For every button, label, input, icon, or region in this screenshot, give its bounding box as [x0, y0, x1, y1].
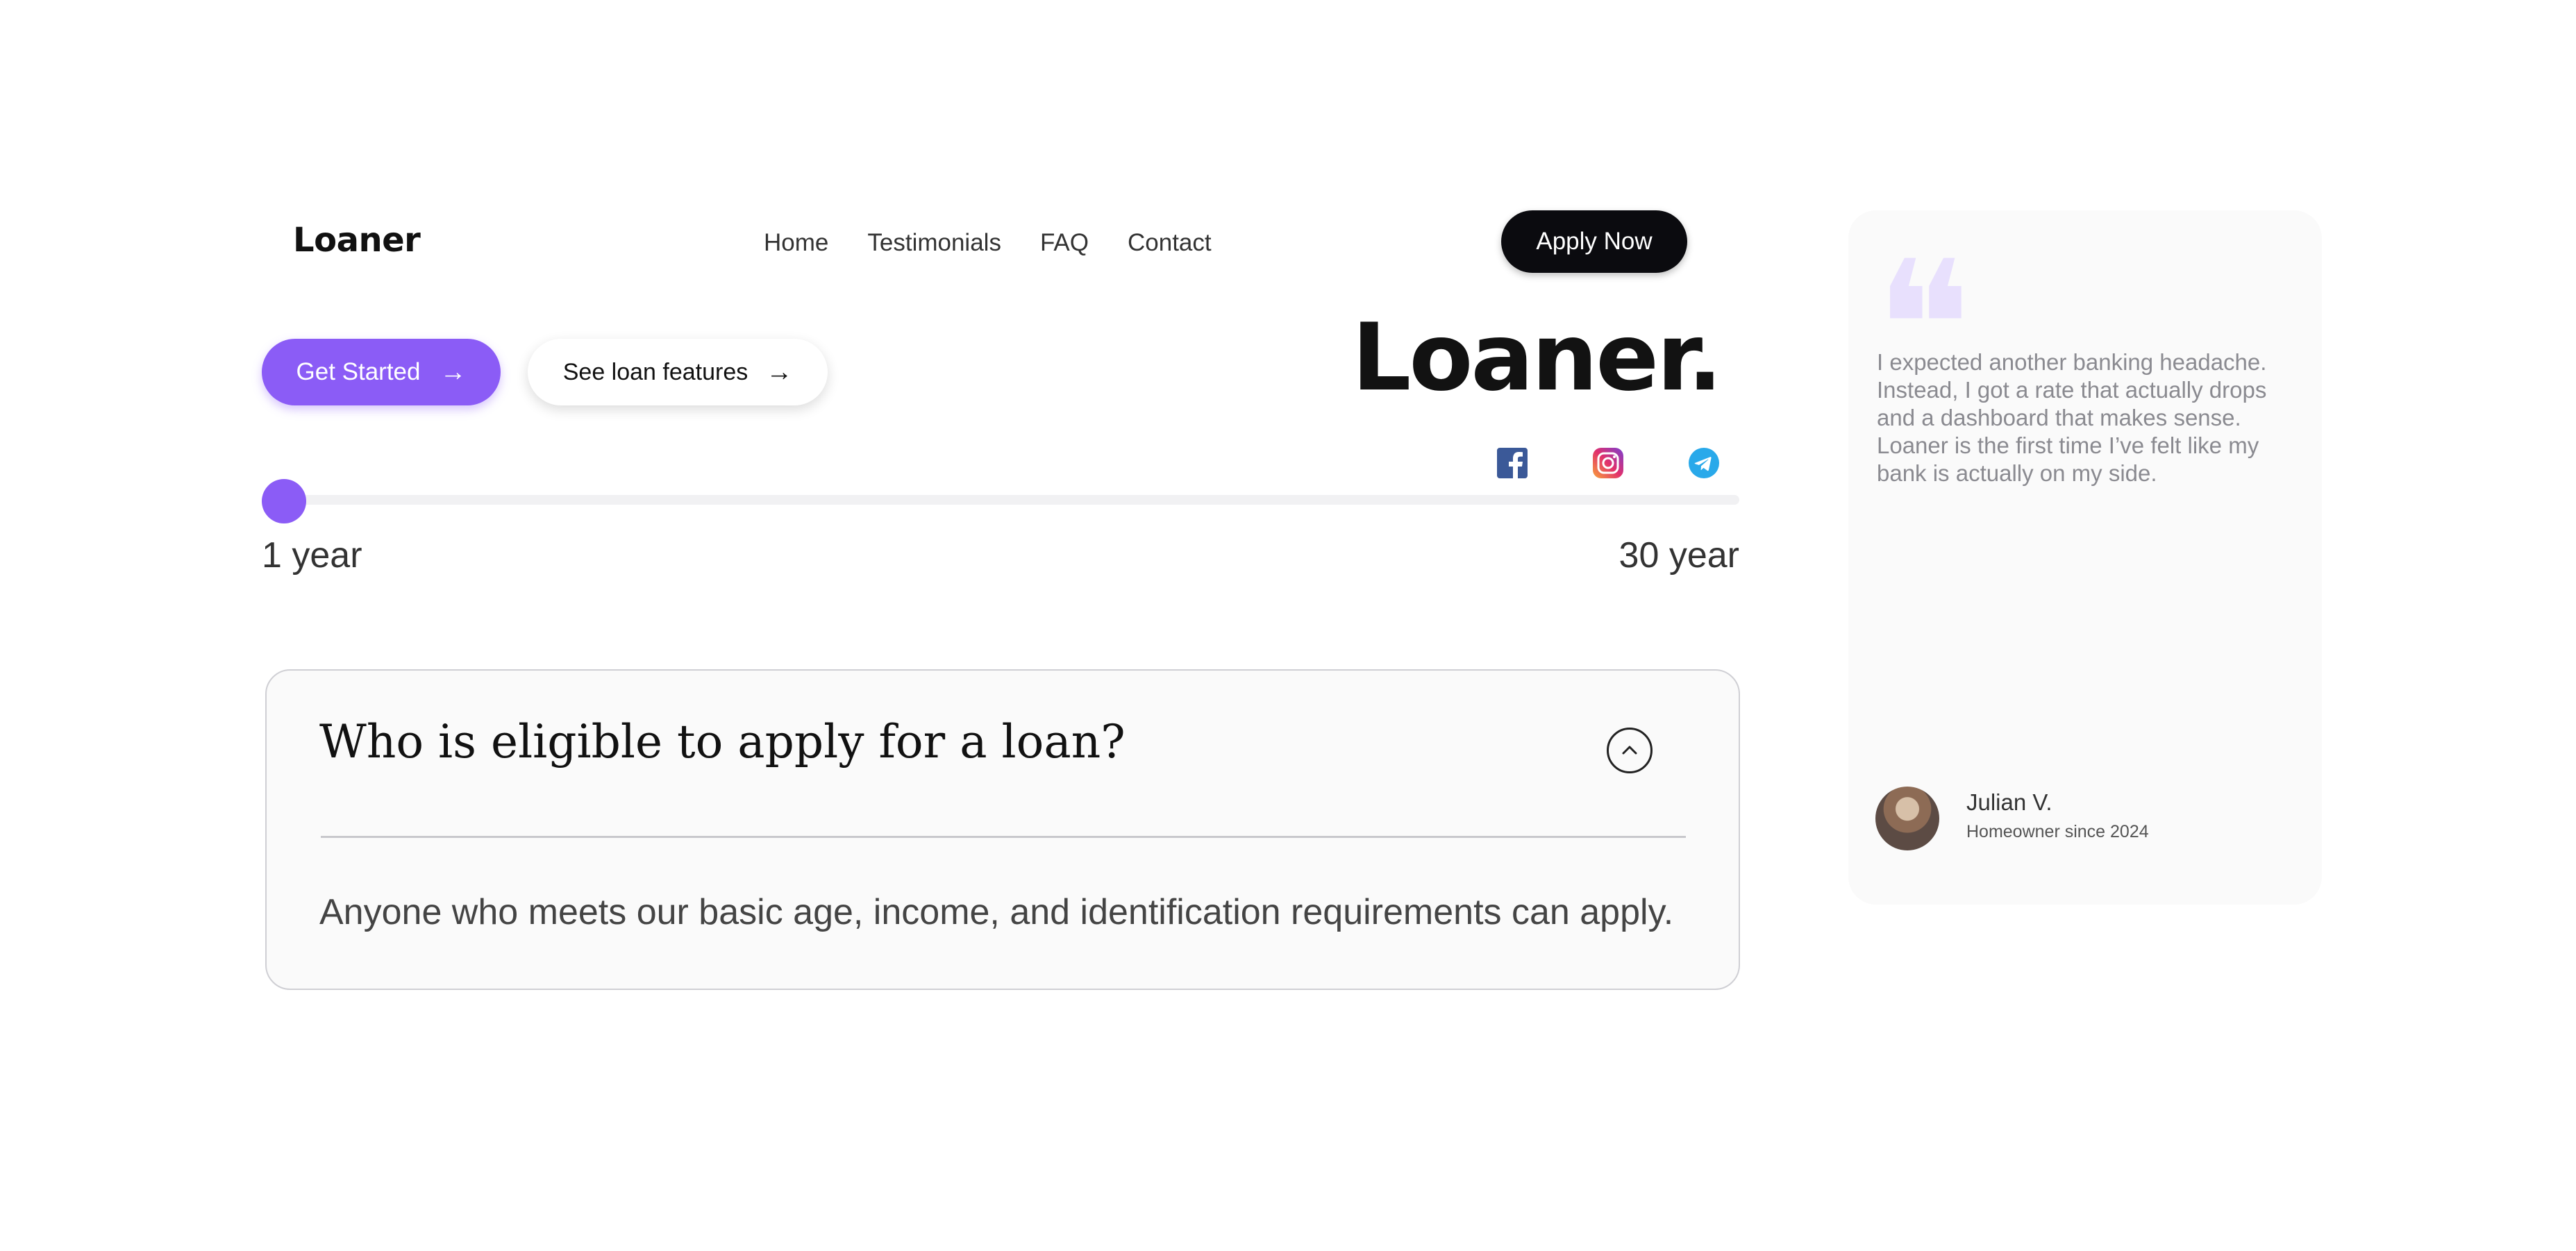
apply-now-button[interactable]: Apply Now	[1501, 210, 1687, 273]
faq-toggle-button[interactable]	[1607, 728, 1653, 773]
see-loan-features-label: See loan features	[562, 358, 748, 385]
nav-contact[interactable]: Contact	[1128, 229, 1212, 257]
get-started-label: Get Started	[296, 358, 421, 385]
faq-question[interactable]: Who is eligible to apply for a loan?	[319, 715, 1126, 769]
instagram-icon[interactable]	[1591, 446, 1625, 480]
reviewer-subtitle: Homeowner since 2024	[1966, 822, 2149, 841]
arrow-right-icon: →	[766, 358, 793, 387]
brand-title: Loaner.	[1351, 303, 1723, 412]
apply-now-label: Apply Now	[1536, 228, 1653, 255]
arrow-right-icon: →	[440, 358, 467, 387]
social-links	[1496, 446, 1721, 480]
loan-term-slider-thumb[interactable]	[262, 479, 306, 523]
slider-max-label: 30 year	[1619, 535, 1739, 576]
slider-min-label: 1 year	[262, 535, 362, 576]
see-loan-features-button[interactable]: See loan features →	[528, 339, 828, 405]
landing-page: Loaner Home Testimonials FAQ Contact App…	[0, 0, 2576, 1251]
nav-testimonials[interactable]: Testimonials	[867, 229, 1001, 257]
faq-divider	[321, 836, 1686, 838]
loan-term-slider-track[interactable]	[262, 495, 1739, 505]
facebook-icon[interactable]	[1496, 446, 1529, 480]
testimonial-quote: I expected another banking headache. Ins…	[1877, 349, 2267, 486]
reviewer-name: Julian V.	[1966, 789, 2052, 815]
nav-home[interactable]: Home	[764, 229, 828, 257]
main-nav: Home Testimonials FAQ Contact	[764, 229, 1212, 257]
site-logo[interactable]: Loaner	[293, 221, 421, 260]
avatar	[1875, 787, 1939, 850]
get-started-button[interactable]: Get Started →	[262, 339, 501, 405]
telegram-icon[interactable]	[1687, 446, 1721, 480]
quote-icon: ❝	[1875, 237, 1972, 335]
nav-faq[interactable]: FAQ	[1040, 229, 1089, 257]
chevron-up-icon	[1622, 746, 1637, 755]
faq-answer: Anyone who meets our basic age, income, …	[319, 892, 1674, 932]
